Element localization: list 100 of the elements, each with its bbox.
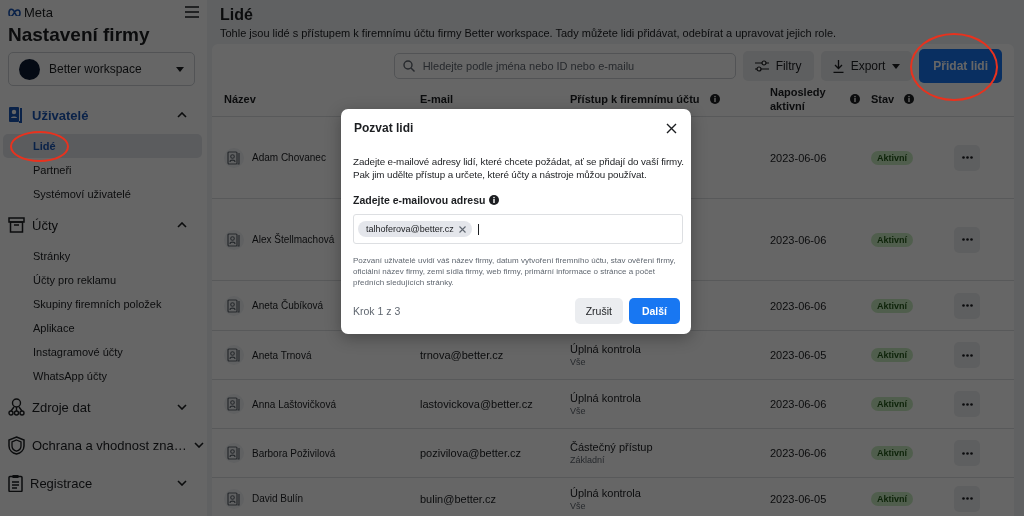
more-icon[interactable] (961, 304, 973, 307)
date-cell-text: 2023-06-05 (770, 492, 828, 505)
nav-item[interactable]: Instagramové účty (3, 340, 202, 364)
people-icon (8, 106, 25, 124)
field-label: Zadejte e-mailovou adresu (353, 194, 486, 206)
person-name: Barbora Poživilová (252, 447, 336, 459)
caret-icon (176, 66, 184, 72)
more-icon[interactable] (961, 451, 973, 455)
email-input-field[interactable]: talhoferova@better.cz (353, 214, 683, 244)
text-cursor (477, 223, 479, 235)
column-header: Naposledy aktivní (770, 84, 827, 113)
access-detail: Vše (570, 406, 587, 416)
archive-box-icon (8, 217, 25, 233)
page-heading: Nastavení firmy (8, 24, 151, 46)
more-button[interactable] (954, 144, 980, 171)
avatar-icon (19, 58, 40, 80)
nav-section[interactable]: Účty (0, 206, 207, 244)
chevron-up-icon (177, 222, 187, 228)
sliders-icon (754, 60, 769, 72)
status-badge: Aktivní (871, 232, 913, 247)
person-icon (227, 446, 241, 460)
page-title: Lidé (220, 5, 254, 25)
add-people-button[interactable]: Přidat lidi (919, 49, 1002, 83)
nav-item[interactable]: Účty pro reklamu (3, 268, 202, 292)
person-icon (227, 232, 241, 247)
more-icon[interactable] (961, 238, 973, 241)
nav-section[interactable]: Ochrana a vhodnost zna… (0, 426, 207, 464)
shield-icon (8, 435, 25, 455)
nav-item[interactable]: Partneři (3, 158, 202, 182)
column-header: Přístup k firemnímu účtu (570, 91, 700, 106)
status-badge: Aktivní (871, 298, 913, 313)
nav-item[interactable]: Stránky (3, 244, 202, 268)
chevron-down-icon (177, 404, 187, 410)
status-badge: Aktivní (871, 397, 913, 411)
more-button[interactable] (954, 485, 980, 512)
privacy-note: Pozvaní uživatelé uvidí váš název firmy, datum vytvoření firemního účtu, stav ověření firmy, oficiální název firmy, zemi sídla firmy, web firmy, primární informace o stránce a počet předních sledujících stránky. (353, 255, 677, 288)
dialog-title: Pozvat lidi (353, 121, 414, 135)
account-dropdown[interactable]: Better workspace (8, 52, 195, 86)
remove-icon[interactable] (458, 225, 466, 233)
person-name: Adam Chovanec (252, 152, 326, 163)
access-level: Úplná kontrola (570, 343, 642, 355)
more-button[interactable] (954, 440, 980, 466)
person-name: Aneta Trnová (252, 349, 312, 361)
close-icon[interactable] (666, 122, 677, 134)
email-cell-text: lastovickova@better.cz (420, 398, 534, 410)
more-button[interactable] (954, 342, 980, 368)
column-header: E-mail (420, 91, 453, 106)
clipboard-icon (8, 474, 23, 492)
date-cell-text: 2023-06-06 (770, 233, 828, 246)
nav-item[interactable]: Aplikace (3, 316, 202, 340)
access-level: Úplná kontrola (570, 486, 642, 499)
person-icon (227, 348, 241, 362)
access-detail: Vše (570, 500, 587, 511)
email-cell-text: pozivilova@better.cz (420, 447, 523, 459)
access-level: Úplná kontrola (570, 392, 642, 404)
date-cell-text: 2023-06-06 (770, 299, 828, 312)
date-cell-text: 2023-06-05 (770, 349, 828, 361)
menu-icon[interactable] (185, 6, 199, 18)
status-badge: Aktivní (871, 446, 913, 460)
nav-item[interactable]: Lidé (3, 134, 202, 158)
person-icon (227, 150, 241, 165)
more-icon[interactable] (961, 353, 973, 357)
nav-section[interactable]: Zdroje dat (0, 388, 207, 426)
chevron-down-icon (177, 480, 187, 486)
access-detail: Vše (570, 357, 587, 367)
more-button[interactable] (954, 226, 980, 253)
nav-item[interactable]: Systémoví uživatelé (3, 182, 202, 206)
search-field[interactable]: Hledejte podle jména nebo ID nebo e-mailu (393, 53, 736, 79)
email-cell-text: trnova@better.cz (420, 349, 505, 361)
person-icon (227, 298, 241, 313)
more-icon[interactable] (961, 497, 973, 500)
more-icon[interactable] (961, 402, 973, 406)
access-level: Částečný přístup (570, 441, 654, 453)
caret-icon (892, 63, 901, 69)
person-name: Anna Laštovičková (252, 398, 336, 410)
nav-section[interactable]: Registrace (0, 464, 207, 502)
next-button[interactable]: Další (628, 298, 680, 324)
filter-button[interactable]: Filtry (742, 51, 814, 81)
person-name: Aneta Čubíková (252, 300, 324, 311)
nav-item[interactable]: Skupiny firemních položek (3, 292, 202, 316)
date-cell-text: 2023-06-06 (770, 447, 828, 459)
search-icon (402, 60, 415, 72)
cancel-button[interactable]: Zrušit (574, 298, 623, 324)
status-badge: Aktivní (871, 348, 913, 362)
date-cell-text: 2023-06-06 (770, 151, 828, 164)
nodes-icon (8, 398, 25, 416)
person-icon (227, 397, 241, 411)
nav-section[interactable]: Uživatelé (0, 96, 207, 134)
column-header: Stav (871, 91, 895, 106)
brand-name: Meta (24, 4, 53, 20)
more-icon[interactable] (961, 156, 973, 159)
nav-item[interactable]: WhatsApp účty (3, 364, 202, 388)
export-button[interactable]: Export (820, 51, 913, 81)
status-badge: Aktivní (871, 491, 913, 506)
page-description: Tohle jsou lidé s přístupem k firemnímu účtu firmy Better workspace. Tady můžete lidi přidávat, odebírat a upravovat jejich role. (220, 26, 838, 40)
more-button[interactable] (954, 391, 980, 417)
chip-text: talhoferova@better.cz (366, 224, 454, 234)
chevron-up-icon (177, 112, 187, 118)
info-icon (489, 195, 500, 205)
more-button[interactable] (954, 292, 980, 319)
